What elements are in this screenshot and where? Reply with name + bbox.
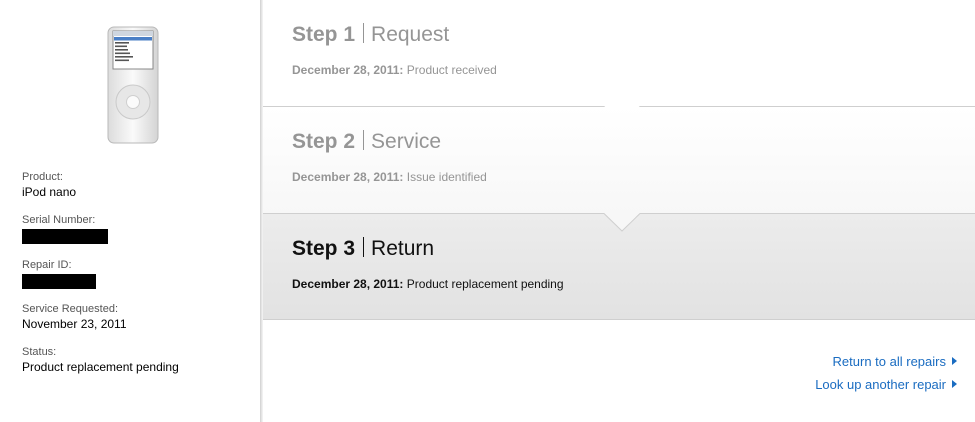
repair-details-sidebar: Product: iPod nano Serial Number: Repair… <box>0 0 260 422</box>
chevron-right-icon <box>952 357 957 365</box>
step-name: Service <box>371 130 442 153</box>
product-label: Product: <box>22 171 63 183</box>
step-number: Step 3 <box>292 237 356 260</box>
step-separator <box>363 130 365 150</box>
step-service: Step 2 Service December 28, 2011: Issue i… <box>263 107 975 214</box>
status-label: Status: <box>22 346 57 358</box>
step-date: December 28, 2011: <box>292 277 404 291</box>
service-requested-value: November 23, 2011 <box>22 317 127 331</box>
repair-id-redacted <box>22 274 96 289</box>
status-value: Product replacement pending <box>22 360 179 374</box>
step-detail: Issue identified <box>406 170 487 184</box>
repair-links: Return to all repairs Look up another re… <box>815 350 957 396</box>
step-name: Request <box>371 23 450 46</box>
step-number: Step 2 <box>292 130 356 153</box>
step-detail: Product received <box>406 63 497 77</box>
step-request: Step 1 Request December 28, 2011: Product… <box>263 0 975 107</box>
step-pointer <box>604 213 640 232</box>
service-requested-label: Service Requested: <box>22 303 118 315</box>
serial-number-label: Serial Number: <box>22 214 96 226</box>
step-separator <box>363 237 365 257</box>
step-date: December 28, 2011: <box>292 63 404 77</box>
step-separator <box>363 23 365 43</box>
step-date: December 28, 2011: <box>292 170 404 184</box>
look-up-another-repair-link[interactable]: Look up another repair <box>815 373 957 396</box>
return-to-all-repairs-link[interactable]: Return to all repairs <box>815 350 957 373</box>
repair-id-label: Repair ID: <box>22 259 72 271</box>
step-detail: Product replacement pending <box>406 277 564 291</box>
step-divider <box>263 319 975 320</box>
ipod-nano-icon <box>107 26 159 144</box>
step-name: Return <box>371 237 435 260</box>
step-number: Step 1 <box>292 23 356 46</box>
chevron-right-icon <box>952 380 957 388</box>
product-value: iPod nano <box>22 185 77 199</box>
serial-number-redacted <box>22 229 108 244</box>
